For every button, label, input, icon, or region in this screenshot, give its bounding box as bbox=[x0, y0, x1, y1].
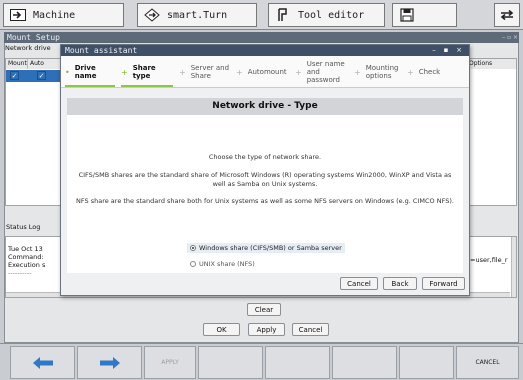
floppy-disk-icon bbox=[398, 8, 416, 22]
step-label: Check bbox=[418, 68, 441, 76]
step-label: User name and password bbox=[306, 60, 345, 84]
smart-turn-icon bbox=[143, 8, 161, 22]
column-header-options: Options bbox=[467, 59, 516, 69]
wizard-forward-button[interactable]: Forward bbox=[422, 277, 465, 290]
swap-arrows-icon bbox=[499, 9, 515, 21]
step-server-and-share[interactable]: + Server and Share bbox=[179, 56, 229, 88]
cancel-button[interactable]: Cancel bbox=[292, 323, 329, 336]
dialog-title: Mount assistant bbox=[61, 45, 469, 56]
radio-button[interactable] bbox=[190, 261, 196, 267]
section-content: Choose the type of network share. CIFS/S… bbox=[67, 115, 463, 273]
log-line: ---------- bbox=[8, 269, 32, 277]
softkey-empty-4[interactable] bbox=[198, 346, 263, 379]
step-label: Mounting options bbox=[365, 64, 399, 80]
softkey-forward[interactable] bbox=[77, 346, 142, 379]
mount-checkbox[interactable]: ✓ bbox=[10, 71, 19, 80]
step-underline bbox=[65, 85, 115, 87]
softkey-back[interactable] bbox=[10, 346, 75, 379]
maximize-icon[interactable]: ▪ bbox=[441, 45, 451, 56]
step-automount[interactable]: + Automount bbox=[236, 56, 287, 88]
swap-button[interactable] bbox=[494, 3, 520, 27]
step-plus-icon: + bbox=[407, 67, 414, 77]
apply-button[interactable]: Apply bbox=[248, 323, 285, 336]
tab-tool-editor[interactable]: Tool editor bbox=[268, 3, 385, 27]
close-icon[interactable]: × bbox=[454, 45, 464, 56]
step-bullet-icon: • bbox=[65, 67, 70, 77]
wizard-back-button[interactable]: Back bbox=[383, 277, 417, 290]
radio-button[interactable] bbox=[190, 245, 196, 251]
softkey-empty-7[interactable] bbox=[399, 346, 454, 379]
log-line: Execution s bbox=[8, 261, 46, 269]
tool-editor-icon bbox=[274, 8, 292, 22]
column-header-mount: Mount bbox=[6, 59, 28, 69]
wizard-steps: • Drive name + Share type + Server and S… bbox=[61, 56, 469, 88]
radio-option-nfs[interactable]: UNIX share (NFS) bbox=[187, 259, 258, 269]
step-drive-name[interactable]: • Drive name bbox=[65, 56, 96, 88]
softkey-empty-6[interactable] bbox=[332, 346, 397, 379]
column-header-auto: Auto bbox=[28, 59, 61, 69]
step-user-name-password[interactable]: + User name and password bbox=[295, 56, 345, 88]
step-label: Share type bbox=[132, 64, 156, 80]
step-plus-icon: + bbox=[121, 67, 128, 77]
clear-button[interactable]: Clear bbox=[247, 303, 281, 316]
step-label: Drive name bbox=[74, 64, 97, 80]
intro-text: Choose the type of network share. bbox=[208, 153, 322, 161]
mount-setup-window-controls[interactable]: – ▫ × bbox=[492, 32, 518, 43]
log-line-fragment: =user,file_r bbox=[470, 256, 508, 264]
network-drive-label: Network drive bbox=[5, 44, 51, 52]
step-label: Automount bbox=[247, 68, 287, 76]
step-label: Server and Share bbox=[190, 64, 230, 80]
radio-option-cifs[interactable]: Windows share (CIFS/SMB) or Samba server bbox=[187, 243, 345, 253]
minimize-icon[interactable]: – bbox=[429, 45, 439, 56]
wizard-cancel-button[interactable]: Cancel bbox=[340, 277, 378, 290]
tab-smart-turn[interactable]: smart.Turn bbox=[137, 3, 257, 27]
cifs-description: CIFS/SMB shares are the standard share o… bbox=[78, 171, 452, 188]
radio-label: UNIX share (NFS) bbox=[199, 260, 255, 268]
nfs-description: NFS share are the standard share both fo… bbox=[76, 197, 454, 205]
log-line: Command: bbox=[8, 253, 44, 261]
ok-button[interactable]: OK bbox=[203, 323, 240, 336]
tab-machine[interactable]: Machine bbox=[3, 3, 124, 27]
arrow-right-icon bbox=[99, 356, 121, 370]
section-title: Network drive - Type bbox=[67, 98, 463, 115]
mount-setup-title: Mount Setup bbox=[4, 32, 519, 43]
tab-label: smart.Turn bbox=[167, 9, 228, 21]
log-scrollbar[interactable] bbox=[511, 237, 516, 297]
softkey-apply[interactable]: APPLY bbox=[144, 346, 196, 379]
step-check[interactable]: + Check bbox=[407, 56, 440, 88]
arrow-left-icon bbox=[32, 356, 54, 370]
softkey-cancel[interactable]: CANCEL bbox=[456, 346, 519, 379]
step-plus-icon: + bbox=[354, 67, 361, 77]
step-mounting-options[interactable]: + Mounting options bbox=[354, 56, 398, 88]
tab-label: Tool editor bbox=[298, 9, 365, 21]
step-underline bbox=[121, 85, 173, 87]
mount-assistant-dialog: Mount assistant – ▪ × • Drive name + Sha… bbox=[60, 44, 470, 296]
options-table bbox=[466, 58, 517, 206]
step-plus-icon: + bbox=[179, 67, 186, 77]
mode-bar: Machine smart.Turn Tool editor bbox=[0, 0, 523, 30]
auto-checkbox[interactable]: ✓ bbox=[37, 71, 46, 80]
machine-arrow-icon bbox=[9, 8, 27, 22]
tab-label: Machine bbox=[33, 9, 76, 21]
softkey-empty-5[interactable] bbox=[265, 346, 330, 379]
status-log-label: Status Log bbox=[6, 223, 41, 231]
tab-save[interactable] bbox=[392, 3, 457, 27]
status-log-text: Tue Oct 13 Command: Execution s --------… bbox=[8, 245, 60, 277]
step-share-type[interactable]: + Share type bbox=[121, 56, 156, 88]
step-plus-icon: + bbox=[295, 67, 302, 77]
radio-label: Windows share (CIFS/SMB) or Samba server bbox=[199, 244, 342, 252]
step-plus-icon: + bbox=[236, 67, 243, 77]
log-line: Tue Oct 13 bbox=[8, 245, 43, 253]
